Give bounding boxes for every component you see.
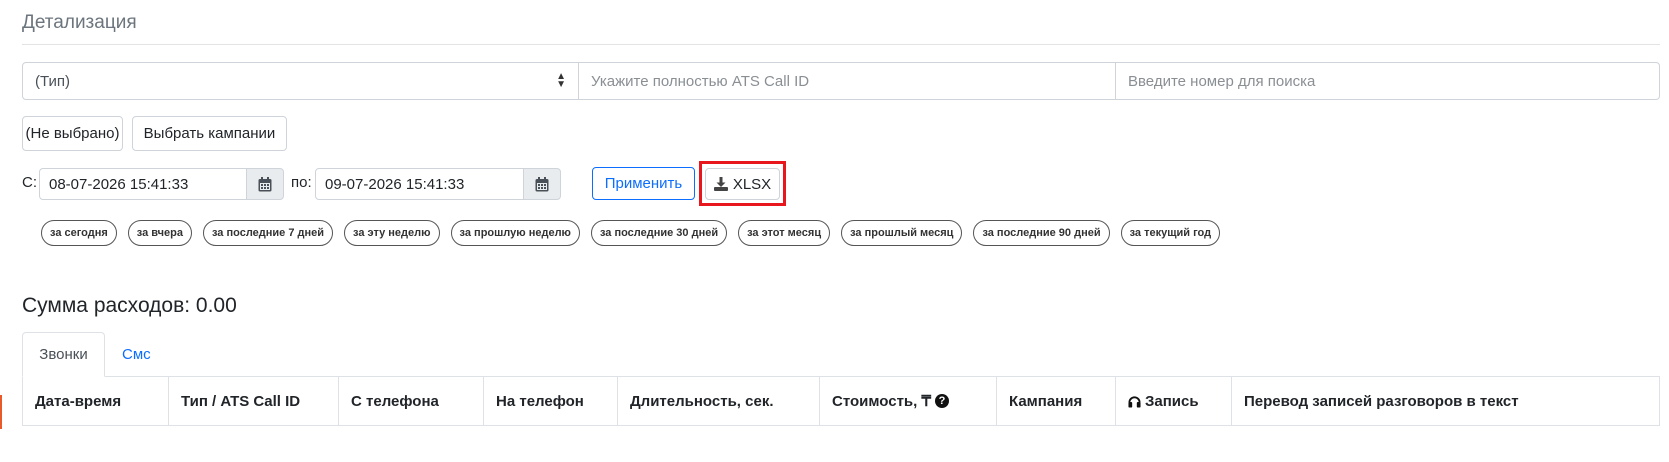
title-divider bbox=[22, 44, 1660, 45]
calls-table-header: Дата-время Тип / ATS Call ID С телефона … bbox=[22, 376, 1660, 426]
sort-icon: ▲ ▼ bbox=[556, 71, 566, 90]
column-header-type[interactable]: Тип / ATS Call ID bbox=[169, 377, 339, 425]
period-last-90-days-button[interactable]: за последние 90 дней bbox=[973, 220, 1110, 246]
call-id-input[interactable]: Укажите полностью ATS Call ID bbox=[579, 62, 1116, 100]
column-header-label: Дата-время bbox=[35, 392, 122, 410]
column-header-label: На телефон bbox=[496, 392, 584, 410]
column-header-cost[interactable]: Стоимость, ₸ ? bbox=[820, 377, 997, 425]
column-header-datetime[interactable]: Дата-время bbox=[23, 377, 169, 425]
tab-sms[interactable]: Смс bbox=[122, 332, 151, 377]
period-yesterday-button[interactable]: за вчера bbox=[127, 220, 192, 246]
period-last-month-button[interactable]: за прошлый месяц bbox=[841, 220, 963, 246]
column-header-duration[interactable]: Длительность, сек. bbox=[618, 377, 820, 425]
type-select[interactable]: (Тип) ▲ ▼ bbox=[22, 62, 579, 100]
date-to-calendar-button[interactable] bbox=[523, 168, 561, 200]
period-this-month-button[interactable]: за этот месяц bbox=[738, 220, 831, 246]
question-circle-icon[interactable]: ? bbox=[935, 394, 950, 408]
apply-button[interactable]: Применить bbox=[592, 167, 695, 200]
period-last-30-days-button[interactable]: за последние 30 дней bbox=[590, 220, 728, 246]
column-header-label: С телефона bbox=[351, 392, 439, 410]
xlsx-export-button[interactable]: XLSX bbox=[705, 168, 780, 200]
campaign-selected-button[interactable]: (Не выбрано) bbox=[22, 116, 123, 151]
column-header-label: Перевод записей разговоров в текст bbox=[1244, 392, 1519, 410]
column-header-transcription[interactable]: Перевод записей разговоров в текст bbox=[1232, 377, 1659, 425]
call-id-placeholder: Укажите полностью ATS Call ID bbox=[591, 72, 810, 90]
column-header-label: Стоимость, ₸ bbox=[832, 393, 932, 410]
calendar-icon bbox=[535, 176, 549, 191]
tabs-bar: Звонки Смс bbox=[22, 332, 1660, 377]
date-to-value: 09-07-2026 15:41:33 bbox=[325, 175, 465, 193]
column-header-recording[interactable]: Запись bbox=[1116, 377, 1232, 425]
page-title: Детализация bbox=[22, 12, 137, 33]
download-icon bbox=[713, 177, 728, 191]
calendar-icon bbox=[258, 176, 272, 191]
period-last-week-button[interactable]: за прошлую неделю bbox=[450, 220, 580, 246]
date-from-value: 08-07-2026 15:41:33 bbox=[49, 175, 189, 193]
type-select-value: (Тип) bbox=[35, 72, 70, 90]
date-from-label: С: bbox=[22, 174, 37, 191]
phone-search-input[interactable]: Введите номер для поиска bbox=[1116, 62, 1660, 100]
xlsx-export-label: XLSX bbox=[732, 175, 772, 193]
column-header-label: Тип / ATS Call ID bbox=[181, 392, 301, 410]
expenses-total: Сумма расходов: 0.00 bbox=[22, 294, 237, 317]
column-header-to-phone[interactable]: На телефон bbox=[484, 377, 618, 425]
tab-calls[interactable]: Звонки bbox=[22, 332, 105, 377]
filter-row: (Тип) ▲ ▼ Укажите полностью ATS Call ID В… bbox=[22, 62, 1660, 100]
date-to-label: по: bbox=[291, 174, 312, 191]
date-from-input[interactable]: 08-07-2026 15:41:33 bbox=[39, 168, 247, 200]
choose-campaigns-button[interactable]: Выбрать кампании bbox=[132, 116, 287, 151]
column-header-label: Кампания bbox=[1009, 392, 1083, 410]
headphones-icon bbox=[1128, 395, 1141, 408]
column-header-from-phone[interactable]: С телефона bbox=[339, 377, 484, 425]
column-header-label: Длительность, сек. bbox=[630, 392, 774, 410]
phone-search-placeholder: Введите номер для поиска bbox=[1128, 72, 1316, 90]
date-from-calendar-button[interactable] bbox=[246, 168, 284, 200]
period-last-7-days-button[interactable]: за последние 7 дней bbox=[202, 220, 334, 246]
column-header-campaign[interactable]: Кампания bbox=[997, 377, 1116, 425]
left-accent-bar bbox=[0, 395, 2, 429]
column-header-label: Запись bbox=[1145, 392, 1199, 410]
period-current-year-button[interactable]: за текущий год bbox=[1120, 220, 1221, 246]
period-shortcuts: за сегодня за вчера за последние 7 дней … bbox=[41, 220, 1221, 246]
period-today-button[interactable]: за сегодня bbox=[41, 220, 117, 246]
period-this-week-button[interactable]: за эту неделю bbox=[344, 220, 440, 246]
date-to-input[interactable]: 09-07-2026 15:41:33 bbox=[315, 168, 524, 200]
